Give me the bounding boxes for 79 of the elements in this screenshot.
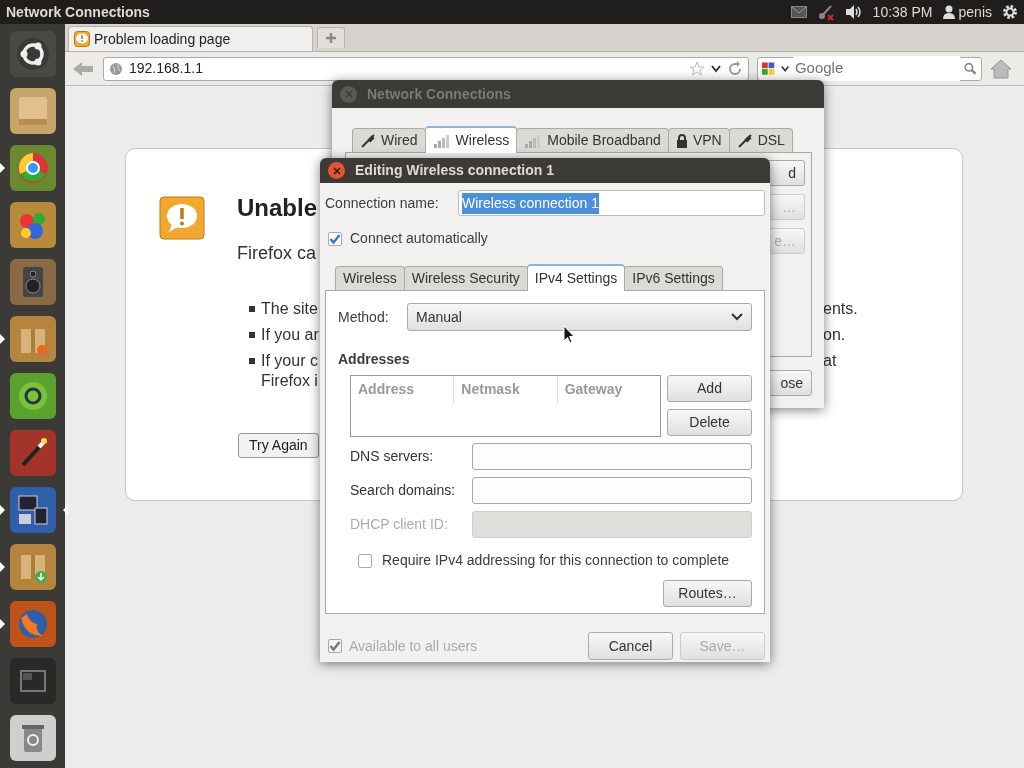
close-button[interactable]: [328, 162, 345, 179]
window-title: Network Connections: [6, 2, 150, 22]
check-icon: [329, 640, 341, 652]
window-title: Editing Wireless connection 1: [355, 161, 555, 180]
tab[interactable]: Wireless: [424, 126, 518, 153]
field-label: DNS servers:: [350, 447, 434, 466]
globe-icon: [109, 61, 123, 76]
chevron-icon: [731, 313, 743, 321]
new-tab-button[interactable]: [317, 27, 345, 48]
field-label: Method:: [338, 307, 389, 327]
user-name[interactable]: penis: [958, 1, 992, 23]
tab[interactable]: Wireless Security: [403, 266, 528, 290]
clock-text[interactable]: 10:38 PM: [872, 1, 933, 23]
window-title: Network Connections: [367, 84, 511, 104]
input-field[interactable]: [472, 477, 752, 504]
error-message: Firefox ca: [237, 242, 317, 265]
button[interactable]: Add: [667, 375, 752, 402]
checkbox[interactable]: [328, 231, 342, 246]
tab[interactable]: DSL: [728, 128, 793, 152]
url-field[interactable]: 192.168.1.1: [103, 56, 749, 81]
error-text: If you ar: [261, 325, 319, 345]
try-again-button[interactable]: Try Again: [238, 433, 319, 458]
error-text: If your c: [261, 351, 318, 371]
routes-button[interactable]: Routes…: [663, 580, 752, 607]
tab[interactable]: IPv4 Settings: [526, 264, 626, 291]
tab[interactable]: Wireless: [335, 266, 405, 290]
search-icon[interactable]: [963, 60, 977, 77]
error-title: Unable: [237, 194, 317, 222]
checkbox-label: Require IPv4 addressing for this connection to complete: [382, 551, 730, 570]
tab[interactable]: Mobile Broadband: [516, 128, 669, 152]
plug-icon: [360, 132, 376, 149]
plus-icon: [325, 32, 337, 44]
plug-icon: [736, 132, 753, 149]
alert-icon: [159, 196, 205, 242]
field-label: Search domains:: [350, 481, 456, 500]
caret-icon[interactable]: [711, 64, 721, 73]
checkbox-label: Available to all users: [349, 636, 478, 656]
error-text: Firefox i: [261, 371, 318, 391]
column-header: Netmask: [453, 376, 557, 403]
mail-icon[interactable]: [790, 6, 807, 18]
cursor-icon: [563, 325, 575, 344]
error-text: on.: [823, 325, 846, 345]
section-heading: Addresses: [338, 350, 410, 369]
browser-tab[interactable]: Problem loading page: [68, 26, 313, 51]
checkbox[interactable]: [358, 553, 372, 568]
field-label: Connection name:: [325, 193, 439, 213]
button[interactable]: Delete: [667, 409, 752, 436]
button[interactable]: Cancel: [588, 632, 673, 660]
bullet-icon: [249, 306, 255, 312]
close-icon: [332, 166, 341, 175]
search-engine-icon[interactable]: [762, 60, 777, 77]
bullet-icon: [249, 358, 255, 364]
error-text: The site: [261, 299, 318, 319]
close-icon: [344, 90, 353, 98]
bullet-icon: [249, 332, 255, 338]
method-dropdown[interactable]: Manual: [407, 303, 752, 331]
reload-icon[interactable]: [727, 60, 743, 77]
network-icon[interactable]: [816, 3, 835, 21]
signal-icon: [432, 133, 451, 148]
volume-icon[interactable]: [844, 5, 863, 19]
checkbox-label: Connect automatically: [350, 229, 488, 248]
warning-icon: [74, 31, 90, 47]
caret-icon[interactable]: [780, 64, 789, 73]
signal-icon: [524, 133, 543, 148]
search-field[interactable]: Google: [757, 56, 982, 81]
user-icon: [942, 5, 955, 19]
tab[interactable]: IPv6 Settings: [624, 266, 723, 290]
tab[interactable]: VPN: [667, 128, 730, 152]
input-field[interactable]: [472, 443, 752, 470]
column-header: Gateway: [556, 376, 660, 403]
check-icon: [329, 232, 341, 245]
star-icon[interactable]: [689, 60, 705, 77]
error-text: at: [823, 351, 837, 371]
lock-icon: [675, 133, 688, 148]
field-label: DHCP client ID:: [350, 515, 448, 534]
error-text: ents.: [823, 299, 858, 319]
tab[interactable]: Wired: [352, 128, 426, 152]
column-header: Address: [357, 380, 416, 399]
settings-icon[interactable]: [1002, 4, 1018, 20]
